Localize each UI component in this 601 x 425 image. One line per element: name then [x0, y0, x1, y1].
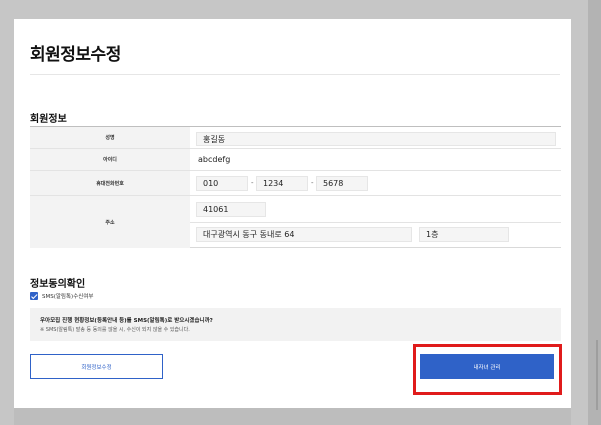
phone-separator-1: - [251, 179, 254, 187]
sms-checkbox[interactable] [30, 292, 38, 300]
name-field[interactable]: 홍길동 [196, 132, 556, 146]
sms-checkbox-label: SMS(알림톡)수신여부 [42, 294, 94, 300]
phone-separator-2: - [311, 179, 314, 187]
phone-part1-field[interactable]: 010 [196, 176, 248, 191]
address-divider [190, 222, 561, 223]
highlight-box [413, 344, 562, 395]
table-row-name: 성명 홍길동 [30, 127, 561, 149]
page-title: 회원정보수정 [30, 45, 121, 65]
address-label: 주소 [30, 196, 190, 248]
member-info-title: 회원정보 [30, 114, 67, 125]
consent-notice: 우아모집 진행 현황정보(등록안내 등)를 SMS(알림톡)로 받으시겠습니까?… [30, 308, 561, 341]
edit-member-button[interactable]: 회원정보수정 [30, 354, 163, 379]
table-row-address: 주소 41061 대구광역시 동구 동내로 64 1층 [30, 196, 561, 248]
table-row-phone: 휴대전화번호 010 - 1234 - 5678 [30, 171, 561, 196]
table-row-id: 아이디 abcdefg [30, 149, 561, 171]
consent-note: ※ SMS(알림톡) 발송 등 동의를 않을 시, 수신이 되지 않을 수 있습… [40, 327, 190, 333]
name-label: 성명 [30, 127, 190, 148]
sms-consent-row[interactable]: SMS(알림톡)수신여부 [30, 292, 93, 300]
id-value: abcdefg [198, 155, 231, 164]
consent-title: 정보동의확인 [30, 279, 86, 290]
phone-part2-field[interactable]: 1234 [256, 176, 308, 191]
street-address-field[interactable]: 대구광역시 동구 동내로 64 [196, 227, 412, 242]
consent-question: 우아모집 진행 현황정보(등록안내 등)를 SMS(알림톡)로 받으시겠습니까? [40, 318, 213, 324]
zipcode-field[interactable]: 41061 [196, 202, 266, 217]
right-shade [588, 0, 601, 425]
phone-part3-field[interactable]: 5678 [316, 176, 368, 191]
scrollbar-thumb[interactable] [596, 340, 598, 410]
bottom-bar [14, 408, 571, 425]
phone-label: 휴대전화번호 [30, 171, 190, 195]
title-divider [30, 74, 560, 75]
address-detail-field[interactable]: 1층 [419, 227, 509, 242]
id-label: 아이디 [30, 149, 190, 170]
member-info-table: 성명 홍길동 아이디 abcdefg 휴대전화번호 010 - 1234 - 5… [30, 126, 561, 248]
